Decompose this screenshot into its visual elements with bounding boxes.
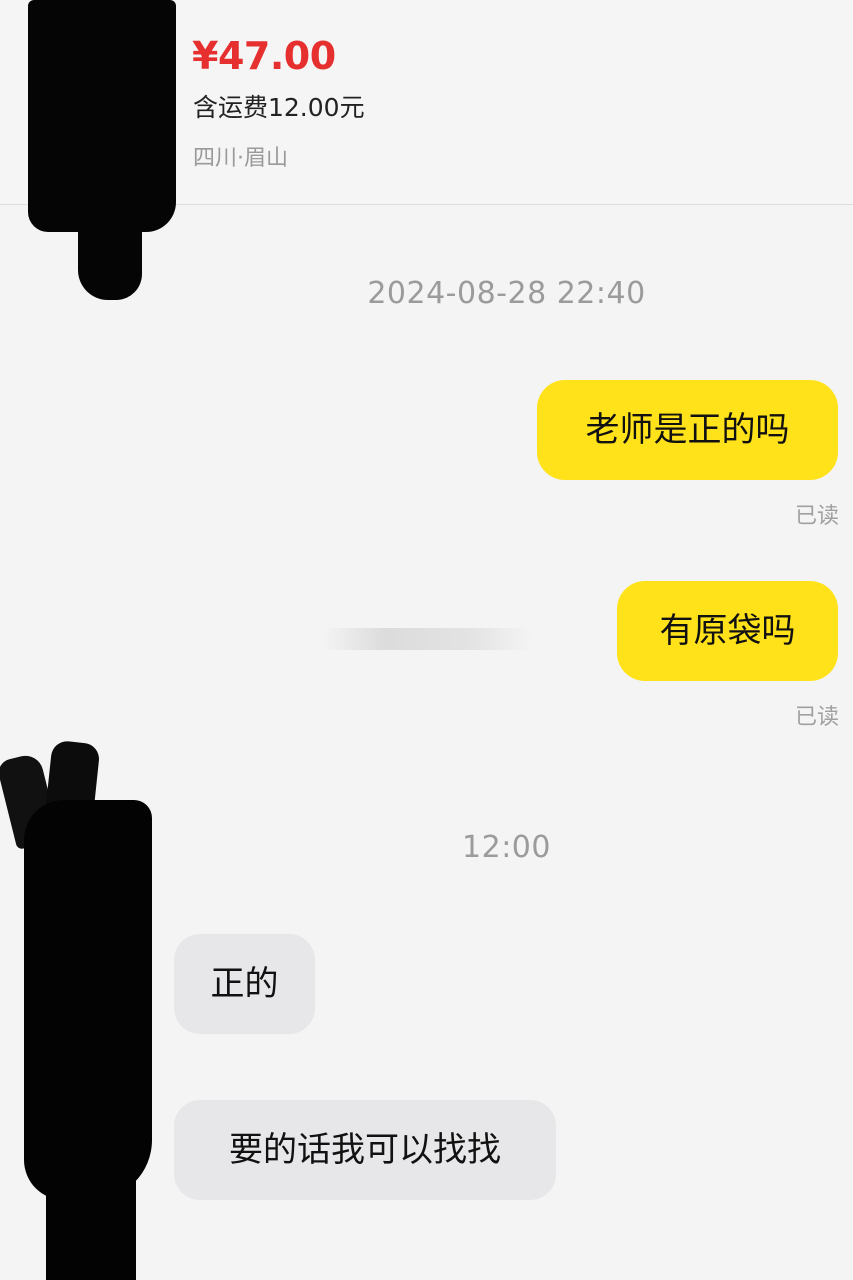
read-status: 已读 xyxy=(794,504,839,529)
product-price: ¥47.00 xyxy=(192,34,336,78)
redaction-mark xyxy=(46,1180,136,1280)
blurred-smudge xyxy=(322,628,532,650)
message-bubble-incoming[interactable]: 要的话我可以找找 xyxy=(174,1100,556,1200)
message-bubble-outgoing[interactable]: 老师是正的吗 xyxy=(537,380,838,480)
chat-timestamp: 2024-08-28 22:40 xyxy=(367,276,646,311)
shipping-fee: 含运费12.00元 xyxy=(193,93,365,122)
message-text: 有原袋吗 xyxy=(659,611,796,651)
message-text: 正的 xyxy=(210,964,279,1004)
message-bubble-incoming[interactable]: 正的 xyxy=(174,934,315,1034)
seller-location: 四川·眉山 xyxy=(193,146,288,171)
message-bubble-outgoing[interactable]: 有原袋吗 xyxy=(617,581,838,681)
read-status: 已读 xyxy=(794,705,839,730)
redaction-mark xyxy=(28,0,176,232)
message-text: 老师是正的吗 xyxy=(585,410,790,450)
chat-timestamp: 12:00 xyxy=(462,830,551,865)
message-text: 要的话我可以找找 xyxy=(229,1130,501,1170)
